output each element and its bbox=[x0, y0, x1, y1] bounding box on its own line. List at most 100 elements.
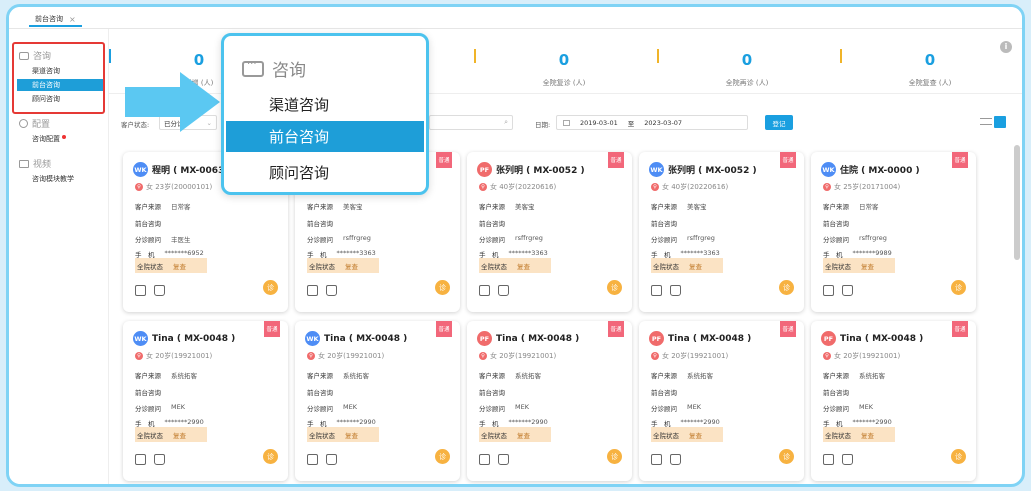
scrollbar[interactable] bbox=[1014, 145, 1020, 260]
id-card-icon[interactable] bbox=[651, 454, 662, 465]
customer-name[interactable]: 张列明 ( MX-0052 ) bbox=[668, 163, 757, 176]
sidebar: 咨询 渠道咨询 前台咨询 顾问咨询 配置 咨询配置 视频 咨询模块教学 bbox=[9, 29, 109, 484]
customer-age: ♀ 女 20岁(19921001) bbox=[823, 351, 900, 361]
id-card-icon[interactable] bbox=[651, 285, 662, 296]
arrow-right-icon bbox=[125, 72, 220, 132]
front-row: 前台咨询 bbox=[479, 389, 505, 397]
level-ribbon: 普通 bbox=[952, 152, 968, 168]
female-icon: ♀ bbox=[479, 183, 487, 191]
front-row: 前台咨询 bbox=[479, 220, 505, 228]
status-badge: 全院状态 复查 bbox=[135, 427, 207, 442]
info-icon[interactable]: i bbox=[1000, 41, 1012, 53]
sidebar-group-config[interactable]: 配置 bbox=[19, 117, 50, 130]
id-card-icon[interactable] bbox=[479, 454, 490, 465]
stat-recheck: 0 全院复查 (人) bbox=[840, 29, 1020, 94]
date-label: 日期: bbox=[535, 121, 551, 129]
register-button[interactable]: 登记 bbox=[765, 115, 793, 130]
card-header: WK 程明 ( MX-0063 ) bbox=[133, 162, 232, 177]
grid-view-icon[interactable] bbox=[994, 116, 1006, 128]
lock-icon[interactable] bbox=[670, 285, 681, 296]
lock-icon[interactable] bbox=[842, 285, 853, 296]
card-header: WK Tina ( MX-0048 ) bbox=[305, 331, 407, 346]
list-view-icon[interactable] bbox=[980, 116, 992, 128]
diagnose-button[interactable]: 诊 bbox=[607, 280, 622, 295]
customer-card[interactable]: WK Tina ( MX-0048 ) 普通 ♀ 女 20岁(19921001)… bbox=[295, 321, 460, 481]
customer-card[interactable]: WK Tina ( MX-0048 ) 普通 ♀ 女 20岁(19921001)… bbox=[123, 321, 288, 481]
avatar: PF bbox=[477, 331, 492, 346]
customer-name[interactable]: Tina ( MX-0048 ) bbox=[152, 334, 235, 344]
customer-card[interactable]: PF Tina ( MX-0048 ) 普通 ♀ 女 20岁(19921001)… bbox=[639, 321, 804, 481]
avatar: WK bbox=[133, 331, 148, 346]
sidebar-item-tutorial[interactable]: 咨询模块教学 bbox=[17, 173, 103, 185]
diagnose-button[interactable]: 诊 bbox=[435, 280, 450, 295]
search-input[interactable]: ⌕ bbox=[429, 115, 513, 130]
female-icon: ♀ bbox=[479, 352, 487, 360]
date-range-picker[interactable]: 2019-03-01 至 2023-03-07 bbox=[556, 115, 748, 130]
front-row: 前台咨询 bbox=[307, 220, 333, 228]
customer-name[interactable]: 张列明 ( MX-0052 ) bbox=[496, 163, 585, 176]
card-actions bbox=[479, 285, 509, 296]
lock-icon[interactable] bbox=[154, 454, 165, 465]
customer-name[interactable]: Tina ( MX-0048 ) bbox=[840, 334, 923, 344]
id-card-icon[interactable] bbox=[135, 285, 146, 296]
female-icon: ♀ bbox=[135, 183, 143, 191]
customer-card[interactable]: PF Tina ( MX-0048 ) 普通 ♀ 女 20岁(19921001)… bbox=[467, 321, 632, 481]
consultant-row: 分诊顾问 MEK bbox=[135, 403, 185, 413]
tab-front-consult[interactable]: 前台咨询 × bbox=[29, 13, 82, 27]
id-card-icon[interactable] bbox=[479, 285, 490, 296]
diagnose-button[interactable]: 诊 bbox=[779, 280, 794, 295]
front-row: 前台咨询 bbox=[823, 220, 849, 228]
sidebar-group-video[interactable]: 视频 bbox=[19, 157, 51, 170]
customer-name[interactable]: Tina ( MX-0048 ) bbox=[324, 334, 407, 344]
consultant-row: 分诊顾问 MEK bbox=[307, 403, 357, 413]
customer-card[interactable]: PF Tina ( MX-0048 ) 普通 ♀ 女 20岁(19921001)… bbox=[811, 321, 976, 481]
diagnose-button[interactable]: 诊 bbox=[263, 280, 278, 295]
diagnose-button[interactable]: 诊 bbox=[951, 449, 966, 464]
lock-icon[interactable] bbox=[670, 454, 681, 465]
level-ribbon: 普通 bbox=[952, 321, 968, 337]
stat-value: 0 bbox=[924, 51, 936, 69]
diagnose-button[interactable]: 诊 bbox=[263, 449, 278, 464]
lock-icon[interactable] bbox=[498, 285, 509, 296]
zoom-item-advisor[interactable]: 顾问咨询 bbox=[269, 162, 329, 183]
close-icon[interactable]: × bbox=[69, 15, 76, 24]
customer-name[interactable]: 住院 ( MX-0000 ) bbox=[840, 163, 920, 176]
card-actions bbox=[651, 285, 681, 296]
id-card-icon[interactable] bbox=[823, 454, 834, 465]
customer-card[interactable]: WK 住院 ( MX-0000 ) 普通 ♀ 女 25岁(20171004) 客… bbox=[811, 152, 976, 312]
card-actions bbox=[135, 454, 165, 465]
diagnose-button[interactable]: 诊 bbox=[435, 449, 450, 464]
consultant-row: 分诊顾问 丰医生 bbox=[135, 236, 191, 244]
customer-name[interactable]: Tina ( MX-0048 ) bbox=[496, 334, 579, 344]
customer-name[interactable]: Tina ( MX-0048 ) bbox=[668, 334, 751, 344]
zoom-group: 咨询 bbox=[242, 56, 306, 81]
source-row: 客户来源 美客宝 bbox=[479, 203, 535, 211]
customer-card[interactable]: PF 张列明 ( MX-0052 ) 普通 ♀ 女 40岁(20220616) … bbox=[467, 152, 632, 312]
consultant-row: 分诊顾问 MEK bbox=[823, 403, 873, 413]
customer-name[interactable]: 程明 ( MX-0063 ) bbox=[152, 163, 232, 176]
level-ribbon: 普通 bbox=[608, 321, 624, 337]
gear-icon bbox=[19, 119, 28, 128]
id-card-icon[interactable] bbox=[307, 454, 318, 465]
consultant-row: 分诊顾问 rsffrgreg bbox=[651, 234, 715, 244]
card-actions bbox=[823, 285, 853, 296]
diagnose-button[interactable]: 诊 bbox=[607, 449, 622, 464]
lock-icon[interactable] bbox=[842, 454, 853, 465]
lock-icon[interactable] bbox=[498, 454, 509, 465]
customer-card[interactable]: WK 张列明 ( MX-0052 ) 普通 ♀ 女 40岁(20220616) … bbox=[639, 152, 804, 312]
source-row: 客户来源 系统拓客 bbox=[479, 372, 541, 380]
lock-icon[interactable] bbox=[154, 285, 165, 296]
diagnose-button[interactable]: 诊 bbox=[779, 449, 794, 464]
lock-icon[interactable] bbox=[326, 454, 337, 465]
diagnose-button[interactable]: 诊 bbox=[951, 280, 966, 295]
front-row: 前台咨询 bbox=[135, 220, 161, 228]
lock-icon[interactable] bbox=[326, 285, 337, 296]
consultant-row: 分诊顾问 rsffrgreg bbox=[307, 234, 371, 244]
id-card-icon[interactable] bbox=[823, 285, 834, 296]
id-card-icon[interactable] bbox=[135, 454, 146, 465]
zoom-callout: 咨询 渠道咨询 前台咨询 顾问咨询 bbox=[221, 33, 429, 195]
zoom-item-front[interactable]: 前台咨询 bbox=[226, 121, 424, 152]
id-card-icon[interactable] bbox=[307, 285, 318, 296]
zoom-item-channel[interactable]: 渠道咨询 bbox=[269, 94, 329, 115]
sidebar-item-consult-config[interactable]: 咨询配置 bbox=[17, 133, 103, 145]
